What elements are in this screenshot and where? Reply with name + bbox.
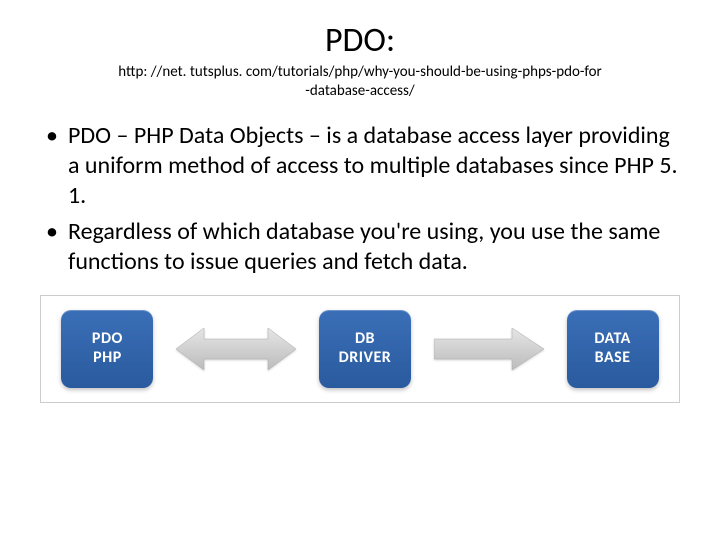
bullet-item: PDO – PHP Data Objects – is a database a… xyxy=(40,121,680,211)
source-url-line-2: -database-access/ xyxy=(40,82,680,101)
right-arrow-icon xyxy=(434,324,544,374)
node-label: PHP xyxy=(93,349,122,367)
diagram-node-pdo-php: PDO PHP xyxy=(61,310,153,388)
page-title: PDO: xyxy=(40,20,680,61)
node-label: DATA xyxy=(594,330,631,348)
pdo-architecture-diagram: PDO PHP DB DRIVER xyxy=(40,295,680,403)
title-block: PDO: http: //net. tutsplus. com/tutorial… xyxy=(40,20,680,101)
diagram-node-database: DATA BASE xyxy=(567,310,659,388)
bullet-list: PDO – PHP Data Objects – is a database a… xyxy=(40,121,680,277)
source-url-line-1: http: //net. tutsplus. com/tutorials/php… xyxy=(40,63,680,82)
diagram-node-db-driver: DB DRIVER xyxy=(319,310,411,388)
node-label: DRIVER xyxy=(339,349,392,367)
node-label: BASE xyxy=(595,349,631,367)
node-label: PDO xyxy=(92,330,123,348)
bidirectional-arrow-icon xyxy=(176,324,296,374)
bullet-item: Regardless of which database you're usin… xyxy=(40,217,680,277)
source-url: http: //net. tutsplus. com/tutorials/php… xyxy=(40,63,680,101)
node-label: DB xyxy=(355,330,375,348)
